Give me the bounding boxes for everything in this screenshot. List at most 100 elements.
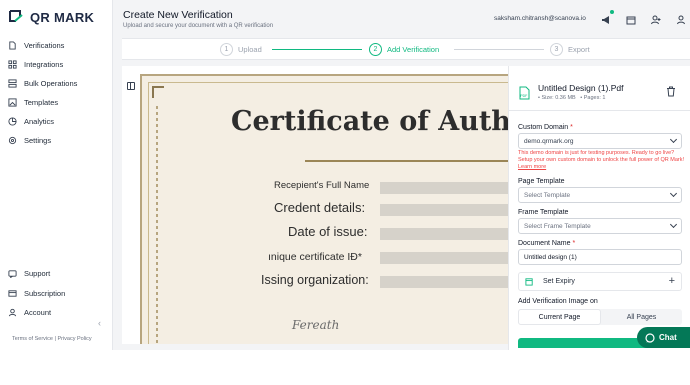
step-label: Upload [238, 45, 262, 54]
user-email: saksham.chitransh@scanova.io [494, 15, 586, 22]
custom-domain-select[interactable]: demo.qrmark.org [518, 133, 682, 149]
certificate-rule [305, 160, 508, 162]
chat-icon [645, 332, 655, 343]
chat-button[interactable]: Chat [637, 327, 690, 348]
document-preview[interactable]: Certificate of Auth Recepient's Full Nam… [122, 66, 508, 344]
certificate-field-box [380, 276, 508, 288]
certificate-field-box [380, 228, 508, 240]
support-icon [8, 270, 17, 279]
gear-icon [8, 136, 17, 145]
step-connector [272, 49, 362, 50]
sidebar-item-label: Verifications [24, 41, 65, 50]
panel-toggle-icon[interactable] [127, 82, 135, 90]
footer-links[interactable]: Terms of Service | Privacy Policy [12, 336, 92, 342]
chevron-down-icon [669, 135, 678, 144]
step-number: 3 [550, 43, 563, 56]
signature: Fereath [292, 318, 340, 332]
bottom-strip [0, 350, 690, 385]
certificate-field-label: Recepient's Full Name [274, 180, 370, 191]
sidebar: QR MARK Verifications Integrations Bulk … [0, 0, 113, 350]
logo[interactable]: QR MARK [8, 9, 94, 25]
certificate-side-ornament [156, 106, 158, 344]
add-user-icon [651, 15, 661, 25]
page-template-select[interactable]: Select Template [518, 187, 682, 203]
collapse-sidebar-icon[interactable]: ‹ [98, 318, 101, 328]
grid-icon [8, 60, 17, 69]
sidebar-item-support[interactable]: Support [8, 264, 65, 284]
sidebar-item-analytics[interactable]: Analytics [8, 112, 77, 131]
certificate-field-label: ınique certificate IĐ* [268, 251, 362, 263]
user-icon [8, 309, 17, 317]
certificate-corner-ornament [152, 86, 164, 98]
sidebar-item-integrations[interactable]: Integrations [8, 55, 77, 74]
document-name-label: Document Name * [518, 240, 576, 247]
step-label: Export [568, 45, 590, 54]
image-icon [8, 98, 17, 107]
sidebar-item-verifications[interactable]: Verifications [8, 36, 77, 55]
layers-icon [8, 79, 17, 88]
sidebar-item-settings[interactable]: Settings [8, 131, 77, 150]
certificate-field-box [380, 182, 508, 194]
certificate-field-box [380, 252, 508, 264]
calendar-button[interactable] [626, 12, 636, 25]
announcement-button[interactable] [601, 10, 614, 24]
sidebar-bottom-nav: Support Subscription Account [8, 264, 65, 323]
stepper: 1 Upload 2 Add Verification 3 Export [122, 38, 690, 60]
file-name: Untitled Design (1).Pdf [538, 83, 624, 93]
set-expiry-label: Set Expiry [543, 278, 575, 285]
app-root: QR MARK Verifications Integrations Bulk … [0, 0, 690, 385]
delete-file-button[interactable] [666, 86, 676, 97]
calendar-clock-icon [525, 278, 533, 286]
page-template-label: Page Template [518, 178, 565, 185]
page-template-placeholder: Select Template [524, 191, 571, 199]
document-name-input[interactable]: Untitled design (1) [518, 249, 682, 265]
toggle-current-page[interactable]: Current Page [518, 309, 601, 325]
file-type-label: PDF [520, 94, 528, 98]
file-size: • Size: 0.36 MB [538, 95, 576, 101]
verification-settings-panel: PDF Untitled Design (1).Pdf • Size: 0.36… [508, 66, 690, 350]
frame-template-select[interactable]: Select Frame Template [518, 218, 682, 234]
sidebar-item-label: Account [24, 308, 52, 318]
page-subtitle: Upload and secure your document with a Q… [123, 23, 274, 29]
sidebar-item-subscription[interactable]: Subscription [8, 284, 65, 304]
demo-domain-warning: This demo domain is just for testing pur… [518, 150, 684, 170]
certificate-title: Certificate of Auth [231, 106, 508, 137]
sidebar-item-label: Bulk Operations [24, 79, 78, 88]
sidebar-item-label: Integrations [24, 60, 64, 69]
sidebar-item-label: Subscription [24, 288, 66, 298]
sidebar-nav: Verifications Integrations Bulk Operatio… [8, 36, 77, 150]
divider [509, 110, 690, 111]
profile-button[interactable] [676, 12, 686, 25]
toggle-all-pages[interactable]: All Pages [601, 309, 682, 325]
chat-label: Chat [659, 333, 677, 342]
add-user-button[interactable] [651, 12, 661, 25]
file-icon [9, 41, 16, 50]
sidebar-item-label: Analytics [24, 117, 55, 126]
step-export[interactable]: 3 Export [550, 43, 590, 56]
learn-more-link[interactable]: Learn more [518, 164, 546, 170]
megaphone-icon [602, 16, 609, 24]
verification-image-label: Add Verification Image on [518, 298, 598, 305]
sidebar-item-label: Settings [24, 136, 52, 145]
user-icon [677, 15, 685, 25]
step-label: Add Verification [387, 45, 440, 54]
set-expiry-button[interactable]: Set Expiry + [518, 272, 682, 291]
chevron-down-icon [669, 220, 678, 229]
sidebar-item-account[interactable]: Account [8, 303, 65, 323]
custom-domain-value: demo.qrmark.org [524, 137, 574, 145]
step-add-verification[interactable]: 2 Add Verification [369, 43, 439, 56]
certificate-field-label: Credent details: [274, 200, 366, 215]
calendar-icon [626, 16, 636, 25]
custom-domain-label: Custom Domain * [518, 124, 573, 131]
file-meta: • Size: 0.36 MB • Pages: 1 [538, 95, 605, 101]
pdf-file-icon: PDF [519, 86, 530, 100]
sidebar-item-templates[interactable]: Templates [8, 93, 77, 112]
plus-icon: + [668, 275, 675, 287]
step-number: 1 [220, 43, 233, 56]
chart-icon [8, 117, 17, 126]
sidebar-item-bulk-operations[interactable]: Bulk Operations [8, 74, 77, 93]
frame-template-placeholder: Select Frame Template [524, 222, 591, 230]
chevron-down-icon [669, 189, 678, 198]
step-upload[interactable]: 1 Upload [220, 43, 262, 56]
sidebar-item-label: Templates [24, 98, 59, 107]
